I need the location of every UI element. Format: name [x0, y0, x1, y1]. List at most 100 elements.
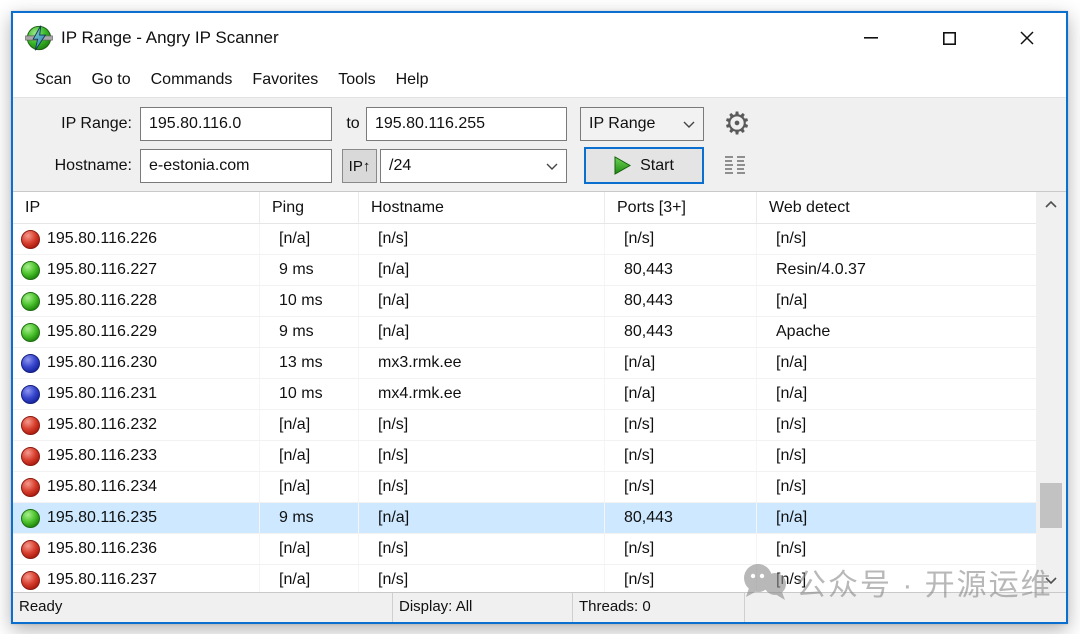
ip-address: 195.80.116.235 [47, 503, 157, 533]
hostname-cell: [n/s] [359, 565, 605, 592]
column-header-web-detect[interactable]: Web detect [757, 192, 1036, 223]
scroll-up-button[interactable] [1036, 192, 1066, 216]
feeder-select[interactable]: IP Range [580, 107, 704, 141]
table-main: IPPingHostnamePorts [3+]Web detect 195.8… [13, 192, 1036, 592]
chevron-down-icon [683, 121, 695, 128]
hostname-cell: [n/s] [359, 441, 605, 471]
web-detect-cell: [n/a] [757, 503, 1036, 533]
ping-cell: 10 ms [260, 286, 359, 316]
column-header-hostname[interactable]: Hostname [359, 192, 605, 223]
chevron-down-icon [546, 163, 558, 170]
ping-cell: 9 ms [260, 317, 359, 347]
ping-cell: [n/a] [260, 410, 359, 440]
ip-cell: 195.80.116.227 [13, 255, 260, 285]
column-header-ping[interactable]: Ping [260, 192, 359, 223]
blue-status-icon [21, 385, 40, 404]
hostname-cell: [n/s] [359, 224, 605, 254]
table-row[interactable]: 195.80.116.23110 msmx4.rmk.ee[n/a][n/a] [13, 379, 1036, 410]
hostname-cell: mx3.rmk.ee [359, 348, 605, 378]
scrollbar-thumb[interactable] [1040, 483, 1062, 528]
red-status-icon [21, 571, 40, 590]
menu-item-commands[interactable]: Commands [141, 67, 243, 93]
table-row[interactable]: 195.80.116.22810 ms[n/a]80,443[n/a] [13, 286, 1036, 317]
ip-cell: 195.80.116.228 [13, 286, 260, 316]
menu-item-scan[interactable]: Scan [25, 67, 81, 93]
results-table: IPPingHostnamePorts [3+]Web detect 195.8… [13, 192, 1066, 592]
ip-address: 195.80.116.230 [47, 348, 157, 378]
ip-range-label: IP Range: [21, 107, 132, 141]
table-row[interactable]: 195.80.116.237[n/a][n/s][n/s][n/s] [13, 565, 1036, 592]
ip-cell: 195.80.116.231 [13, 379, 260, 409]
table-row[interactable]: 195.80.116.226[n/a][n/s][n/s][n/s] [13, 224, 1036, 255]
column-header-ip[interactable]: IP [13, 192, 260, 223]
menu-item-go-to[interactable]: Go to [81, 67, 140, 93]
ip-address: 195.80.116.226 [47, 224, 157, 254]
table-row[interactable]: 195.80.116.236[n/a][n/s][n/s][n/s] [13, 534, 1036, 565]
table-row[interactable]: 195.80.116.233[n/a][n/s][n/s][n/s] [13, 441, 1036, 472]
minimize-icon [864, 37, 878, 39]
web-detect-cell: Resin/4.0.37 [757, 255, 1036, 285]
ip-to-input[interactable] [366, 107, 567, 141]
columns-list-icon [722, 153, 748, 179]
menu-item-help[interactable]: Help [386, 67, 439, 93]
menu-item-favorites[interactable]: Favorites [242, 67, 328, 93]
table-row[interactable]: 195.80.116.234[n/a][n/s][n/s][n/s] [13, 472, 1036, 503]
ip-address: 195.80.116.232 [47, 410, 157, 440]
vertical-scrollbar[interactable] [1036, 192, 1066, 592]
red-status-icon [21, 230, 40, 249]
scroll-down-button[interactable] [1036, 568, 1066, 592]
menu-item-tools[interactable]: Tools [328, 67, 385, 93]
red-status-icon [21, 540, 40, 559]
netmask-select[interactable]: /24 [380, 149, 567, 183]
ip-cell: 195.80.116.232 [13, 410, 260, 440]
web-detect-cell: [n/s] [757, 472, 1036, 502]
table-row[interactable]: 195.80.116.232[n/a][n/s][n/s][n/s] [13, 410, 1036, 441]
web-detect-cell: [n/s] [757, 565, 1036, 592]
maximize-button[interactable] [910, 13, 988, 63]
ip-cell: 195.80.116.230 [13, 348, 260, 378]
app-window: IP Range - Angry IP Scanner ScanGo toCom… [11, 11, 1068, 624]
hostname-input[interactable] [140, 149, 332, 183]
table-body: 195.80.116.226[n/a][n/s][n/s][n/s]195.80… [13, 224, 1036, 592]
lookup-ip-button[interactable]: IP↑ [342, 149, 377, 183]
close-button[interactable] [988, 13, 1066, 63]
preferences-button[interactable]: ⚙ [718, 107, 756, 141]
ip-address: 195.80.116.227 [47, 255, 157, 285]
ip-address: 195.80.116.229 [47, 317, 157, 347]
table-row[interactable]: 195.80.116.23013 msmx3.rmk.ee[n/a][n/a] [13, 348, 1036, 379]
ip-address: 195.80.116.231 [47, 379, 157, 409]
ports-cell: 80,443 [605, 286, 757, 316]
ping-cell: [n/a] [260, 534, 359, 564]
menu-bar: ScanGo toCommandsFavoritesToolsHelp [13, 63, 1066, 97]
table-row[interactable]: 195.80.116.2299 ms[n/a]80,443Apache [13, 317, 1036, 348]
fetchers-button[interactable] [716, 149, 754, 183]
ip-from-input[interactable] [140, 107, 332, 141]
window-title: IP Range - Angry IP Scanner [61, 28, 832, 48]
status-display: Display: All [393, 593, 573, 622]
web-detect-cell: Apache [757, 317, 1036, 347]
window-controls [832, 13, 1066, 63]
ports-cell: [n/s] [605, 410, 757, 440]
ports-cell: 80,443 [605, 503, 757, 533]
table-row[interactable]: 195.80.116.2279 ms[n/a]80,443Resin/4.0.3… [13, 255, 1036, 286]
status-threads: Threads: 0 [573, 593, 745, 622]
ip-cell: 195.80.116.236 [13, 534, 260, 564]
ping-cell: [n/a] [260, 224, 359, 254]
minimize-button[interactable] [832, 13, 910, 63]
table-row[interactable]: 195.80.116.2359 ms[n/a]80,443[n/a] [13, 503, 1036, 534]
start-button[interactable]: Start [584, 147, 704, 184]
ports-cell: [n/s] [605, 224, 757, 254]
ports-cell: [n/a] [605, 348, 757, 378]
ping-cell: [n/a] [260, 565, 359, 592]
ping-cell: [n/a] [260, 441, 359, 471]
ports-cell: [n/s] [605, 472, 757, 502]
chevron-up-icon [1045, 201, 1057, 208]
ip-cell: 195.80.116.234 [13, 472, 260, 502]
hostname-cell: [n/s] [359, 472, 605, 502]
red-status-icon [21, 416, 40, 435]
web-detect-cell: [n/s] [757, 534, 1036, 564]
status-ready: Ready [13, 593, 393, 622]
column-header-ports-3-[interactable]: Ports [3+] [605, 192, 757, 223]
ping-cell: [n/a] [260, 472, 359, 502]
web-detect-cell: [n/s] [757, 410, 1036, 440]
